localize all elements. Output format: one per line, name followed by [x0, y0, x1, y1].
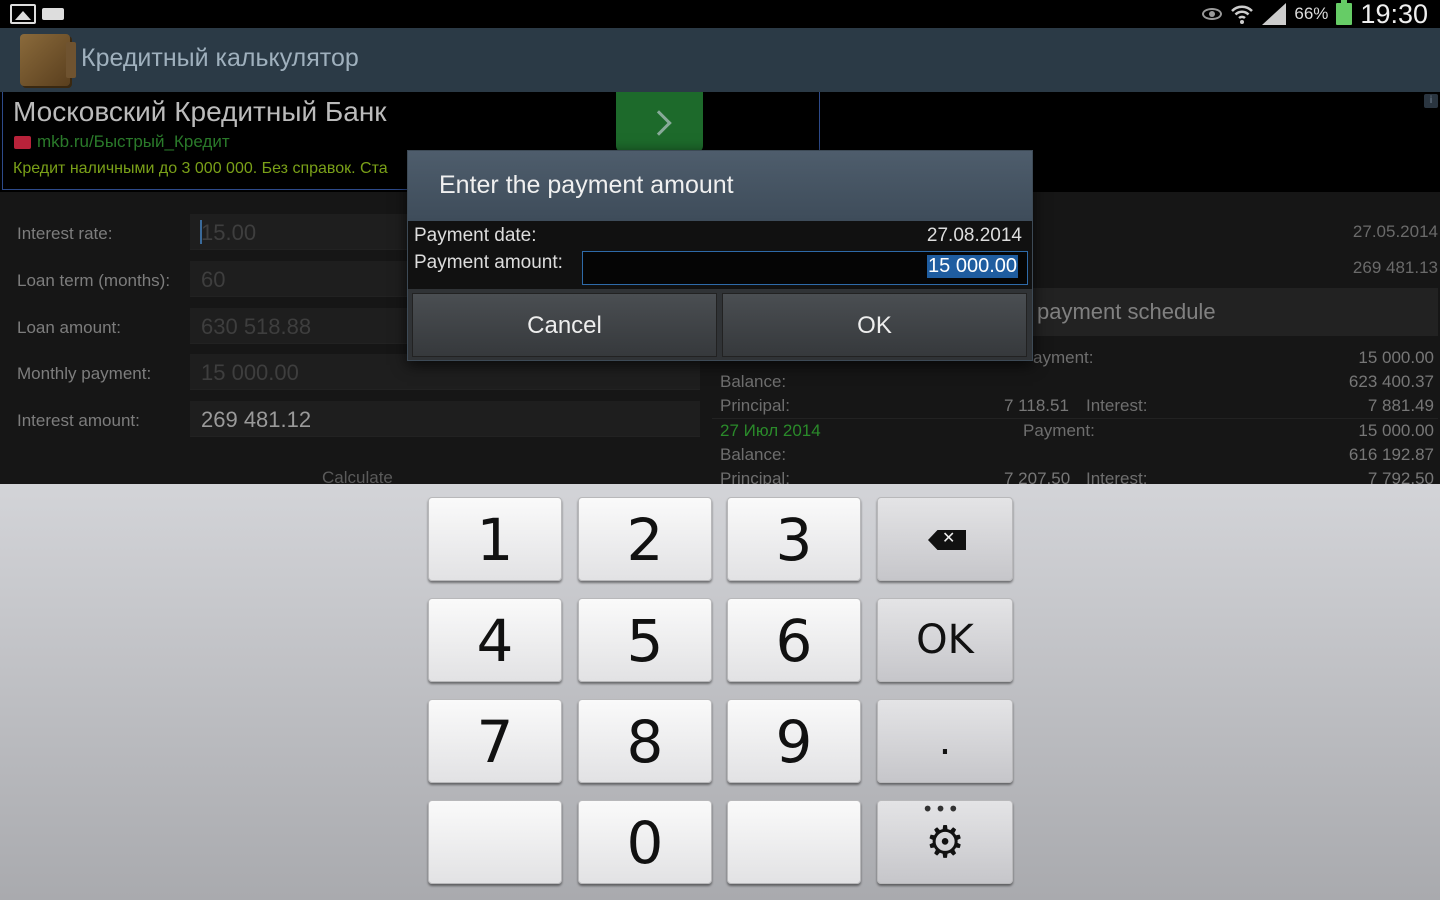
blank-key-right[interactable]: [727, 800, 861, 884]
loan-amount-value: 630 518.88: [201, 314, 312, 339]
balance-value: 623 400.37: [1348, 372, 1434, 391]
keyboard-icon: [42, 8, 64, 20]
action-bar: Кредитный калькулятор: [0, 28, 1440, 92]
monthly-payment-label: Monthly payment:: [17, 364, 152, 383]
key-1-label: 1: [476, 506, 514, 574]
key-4-label: 4: [476, 607, 514, 675]
status-icons: 66% 19:30: [1202, 0, 1428, 29]
balance-label: Balance:: [720, 372, 787, 391]
numeric-keyboard: 1 2 3 4 5 6 OK 7 8 9 . 0 ••• ⚙: [0, 484, 1440, 900]
key-9[interactable]: 9: [727, 699, 861, 783]
principal-value: 7 118.51: [1004, 396, 1069, 415]
cancel-button[interactable]: Cancel: [412, 293, 717, 357]
calculate-button[interactable]: Calculate: [322, 468, 393, 484]
payment-date-label: Payment date:: [414, 225, 537, 246]
payment-label: ayment:: [1033, 348, 1094, 367]
payment-value: 15 000.00: [1358, 421, 1434, 440]
battery-icon: [1336, 0, 1353, 25]
backspace-key[interactable]: [877, 497, 1013, 581]
key-7-label: 7: [476, 708, 514, 776]
ad-go-button[interactable]: [616, 92, 703, 152]
ad-description: Кредит наличными до 3 000 000. Без справ…: [13, 160, 388, 177]
key-0-label: 0: [626, 809, 664, 877]
battery-percent: 66%: [1294, 4, 1329, 23]
key-5-label: 5: [626, 607, 664, 675]
key-7[interactable]: 7: [428, 699, 562, 783]
ad-url[interactable]: mkb.ru/Быстрый_Кредит: [37, 132, 230, 152]
key-6-label: 6: [775, 607, 813, 675]
payment-amount-value: 15 000.00: [927, 255, 1018, 278]
ad-title[interactable]: Московский Кредитный Банк: [13, 96, 387, 128]
cancel-button-label: Cancel: [527, 312, 602, 339]
dialog-title: Enter the payment amount: [439, 171, 734, 199]
balance-value: 616 192.87: [1348, 445, 1434, 464]
interest-label: Interest:: [1086, 396, 1148, 415]
key-8[interactable]: 8: [578, 699, 712, 783]
interest-rate-label: Interest rate:: [17, 224, 113, 243]
gear-icon: ⚙: [925, 817, 965, 868]
loan-term-value: 60: [201, 267, 226, 292]
ok-button-label: OK: [857, 312, 892, 339]
monthly-payment-value: 15 000.00: [201, 360, 299, 385]
dialog-body: Payment date: 27.08.2014 Payment amount:…: [408, 221, 1032, 289]
ok-key[interactable]: OK: [877, 598, 1013, 682]
key-5[interactable]: 5: [578, 598, 712, 682]
principal-value: 7 207.50: [1004, 469, 1071, 484]
key-2-label: 2: [626, 506, 664, 574]
wifi-icon: [1231, 5, 1254, 24]
payment-value: 15 000.00: [1358, 348, 1434, 367]
key-3-label: 3: [775, 506, 813, 574]
bank-logo-icon: [14, 136, 31, 149]
dot-key[interactable]: .: [877, 699, 1013, 783]
loan-amount-label: Loan amount:: [17, 318, 121, 337]
principal-label: Principal:: [720, 469, 790, 484]
principal-label: Principal:: [720, 396, 790, 415]
key-0[interactable]: 0: [578, 800, 712, 884]
schedule-date[interactable]: 27 Июл 2014: [720, 421, 821, 441]
signal-icon: [1262, 3, 1287, 25]
chevron-right-icon: [646, 110, 672, 136]
interest-label: Interest:: [1086, 469, 1148, 484]
clock: 19:30: [1360, 0, 1428, 29]
interest-amount-value: 269 481.12: [201, 407, 312, 432]
status-bar: 66% 19:30: [0, 0, 1440, 29]
dialog-header: Enter the payment amount: [408, 151, 1032, 221]
ok-key-label: OK: [916, 617, 974, 663]
payment-label: Payment:: [1023, 421, 1095, 440]
balance-label: Balance:: [720, 445, 787, 464]
interest-rate-value: 15.00: [201, 220, 257, 245]
payment-date-value: 27.08.2014: [926, 225, 1022, 246]
blank-key-left[interactable]: [428, 800, 562, 884]
gallery-icon: [10, 4, 36, 24]
interest-amount-label: Interest amount:: [17, 411, 140, 430]
key-9-label: 9: [775, 708, 813, 776]
loan-term-label: Loan term (months):: [17, 271, 171, 290]
payment-amount-input[interactable]: 15 000.00: [582, 251, 1028, 285]
wallet-icon[interactable]: [20, 34, 76, 86]
key-6[interactable]: 6: [727, 598, 861, 682]
backspace-icon: [928, 530, 966, 550]
interest-value: 7 792.50: [1367, 469, 1434, 484]
key-3[interactable]: 3: [727, 497, 861, 581]
schedule-title: payment schedule: [1037, 299, 1216, 324]
total-interest-value: 269 481.13: [1352, 258, 1438, 277]
key-8-label: 8: [626, 708, 664, 776]
key-4[interactable]: 4: [428, 598, 562, 682]
ok-button[interactable]: OK: [722, 293, 1027, 357]
payment-amount-label: Payment amount:: [414, 252, 563, 273]
start-date-value: 27.05.2014: [1352, 222, 1438, 241]
schedule-separator: [712, 418, 1438, 419]
key-2[interactable]: 2: [578, 497, 712, 581]
ad-info-icon[interactable]: i: [1424, 94, 1438, 108]
payment-dialog: Enter the payment amount Payment date: 2…: [407, 150, 1033, 361]
key-1[interactable]: 1: [428, 497, 562, 581]
settings-key[interactable]: ••• ⚙: [877, 797, 1013, 884]
eye-icon: [1202, 8, 1223, 20]
dot-key-label: .: [938, 718, 952, 764]
interest-value: 7 881.49: [1367, 396, 1434, 415]
interest-amount-field: 269 481.12: [190, 401, 700, 437]
app-title: Кредитный калькулятор: [81, 44, 359, 72]
